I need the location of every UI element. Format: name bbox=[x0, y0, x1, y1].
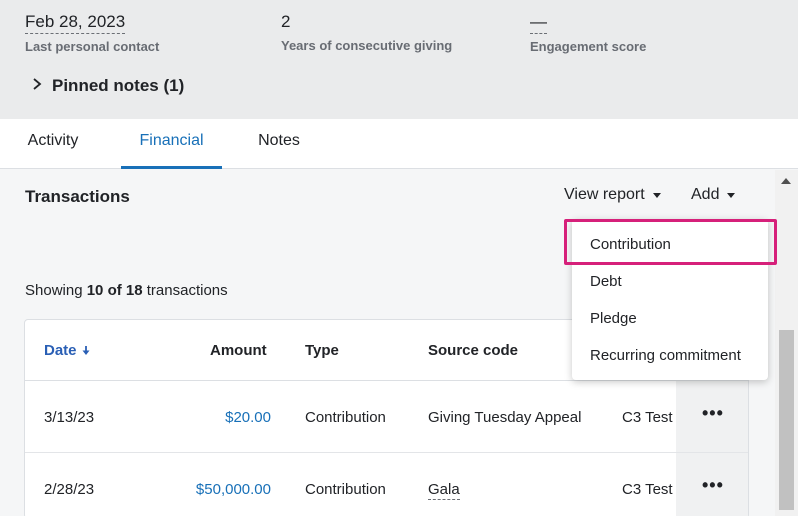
row-source-code: Giving Tuesday Appeal bbox=[428, 409, 582, 426]
row-extra: C3 Test bbox=[622, 409, 673, 426]
menu-item-contribution[interactable]: Contribution bbox=[590, 236, 671, 253]
consecutive-giving-stat: 2 Years of consecutive giving bbox=[281, 12, 452, 53]
ellipsis-icon[interactable]: ••• bbox=[702, 475, 724, 496]
menu-item-pledge[interactable]: Pledge bbox=[590, 310, 637, 327]
column-header-source-code[interactable]: Source code bbox=[428, 342, 518, 359]
last-contact-stat: Feb 28, 2023 Last personal contact bbox=[25, 12, 159, 54]
row-date: 3/13/23 bbox=[44, 409, 95, 426]
tab-notes[interactable]: Notes bbox=[244, 119, 314, 169]
arrow-down-icon bbox=[81, 342, 91, 359]
constituent-summary: Feb 28, 2023 Last personal contact 2 Yea… bbox=[0, 0, 798, 119]
row-extra: C3 Test bbox=[622, 481, 673, 498]
last-contact-label: Last personal contact bbox=[25, 39, 160, 54]
row-source-code[interactable]: Gala bbox=[428, 481, 460, 500]
pinned-notes-label: Pinned notes (1) bbox=[52, 76, 185, 95]
showing-prefix: Showing bbox=[25, 282, 83, 299]
record-tabs: Activity Financial Notes bbox=[0, 119, 798, 169]
table-row[interactable]: 3/13/23 $20.00 Contribution Giving Tuesd… bbox=[25, 381, 748, 453]
transactions-title: Transactions bbox=[25, 187, 130, 206]
add-dropdown-menu: Contribution Debt Pledge Recurring commi… bbox=[572, 219, 768, 380]
engagement-stat: — Engagement score bbox=[530, 12, 646, 54]
row-type: Contribution bbox=[305, 481, 386, 498]
row-amount[interactable]: $50,000.00 bbox=[151, 481, 271, 498]
table-row[interactable]: 2/28/23 $50,000.00 Contribution Gala C3 … bbox=[25, 453, 748, 516]
row-type: Contribution bbox=[305, 409, 386, 426]
engagement-label: Engagement score bbox=[530, 39, 647, 54]
showing-count: 10 of 18 bbox=[86, 282, 143, 299]
row-date: 2/28/23 bbox=[44, 481, 95, 498]
engagement-value[interactable]: — bbox=[530, 12, 547, 34]
menu-item-debt[interactable]: Debt bbox=[590, 273, 622, 290]
column-header-amount[interactable]: Amount bbox=[210, 342, 267, 359]
column-header-type[interactable]: Type bbox=[305, 342, 339, 359]
last-contact-value[interactable]: Feb 28, 2023 bbox=[25, 12, 126, 34]
tab-activity[interactable]: Activity bbox=[10, 119, 96, 169]
row-amount[interactable]: $20.00 bbox=[151, 409, 271, 426]
showing-suffix: transactions bbox=[146, 282, 228, 299]
ellipsis-icon[interactable]: ••• bbox=[702, 403, 724, 424]
scroll-thumb[interactable] bbox=[779, 330, 794, 510]
view-report-button[interactable]: View report bbox=[564, 186, 661, 204]
scroll-up-arrow-icon[interactable] bbox=[781, 178, 791, 184]
vertical-scrollbar[interactable] bbox=[775, 170, 798, 516]
pinned-notes-toggle[interactable]: Pinned notes (1) bbox=[32, 76, 184, 96]
view-report-label: View report bbox=[564, 186, 645, 203]
caret-down-icon bbox=[652, 192, 661, 198]
caret-down-icon bbox=[727, 192, 736, 198]
tab-financial[interactable]: Financial bbox=[121, 119, 222, 169]
add-label: Add bbox=[691, 186, 720, 203]
column-header-date[interactable]: Date bbox=[44, 342, 91, 359]
add-button[interactable]: Add bbox=[691, 186, 736, 204]
menu-item-recurring-commitment[interactable]: Recurring commitment bbox=[590, 347, 741, 364]
date-header-label: Date bbox=[44, 342, 77, 359]
consecutive-giving-label: Years of consecutive giving bbox=[281, 38, 453, 53]
chevron-right-icon bbox=[32, 77, 42, 96]
showing-count-text: Showing 10 of 18 transactions bbox=[25, 282, 228, 299]
consecutive-giving-value: 2 bbox=[281, 12, 291, 31]
